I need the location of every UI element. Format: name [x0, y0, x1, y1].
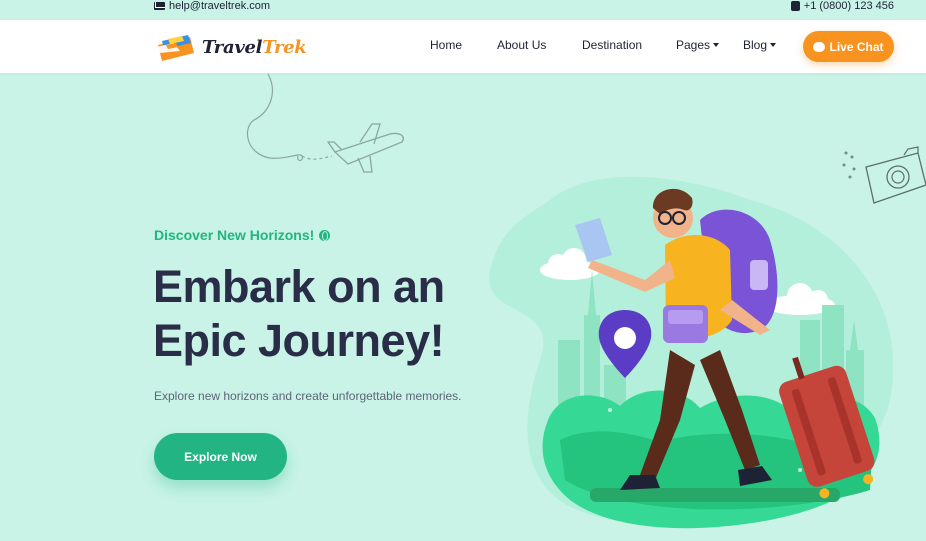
phone-icon — [790, 1, 800, 11]
plane-logo-icon — [156, 35, 194, 61]
nav-label: Blog — [743, 38, 768, 52]
nav-label: Pages — [676, 38, 711, 52]
nav-item-pages[interactable]: Pages — [676, 38, 720, 52]
traveler-illustration — [489, 176, 894, 529]
nav-label: About Us — [497, 38, 547, 52]
top-bar: help@traveltrek.com +1 (0800) 123 456 — [0, 0, 926, 20]
globe-icon — [319, 229, 331, 241]
brand-name-part1: Travel — [202, 36, 263, 58]
hero-title-line1: Embark on an — [153, 261, 445, 312]
live-chat-button[interactable]: Live Chat — [803, 31, 894, 62]
email-text[interactable]: help@traveltrek.com — [169, 0, 270, 12]
hero-tagline: Discover New Horizons! — [154, 227, 331, 243]
chevron-down-icon — [713, 43, 720, 47]
phone-text[interactable]: +1 (0800) 123 456 — [804, 0, 894, 12]
explore-now-button[interactable]: Explore Now — [154, 433, 287, 480]
mail-icon — [154, 2, 165, 10]
hero-subtitle: Explore new horizons and create unforget… — [154, 389, 462, 403]
hero-title: Embark on an Epic Journey! — [153, 260, 445, 368]
nav-label: Destination — [582, 38, 643, 52]
nav-item-about-us[interactable]: About Us — [497, 38, 546, 52]
contact-email[interactable]: help@traveltrek.com — [154, 0, 270, 12]
live-chat-label: Live Chat — [829, 39, 884, 54]
contact-phone[interactable]: +1 (0800) 123 456 — [790, 0, 894, 12]
chat-icon — [813, 41, 826, 52]
brand-logo[interactable]: TravelTrek — [154, 31, 307, 63]
nav-item-destination[interactable]: Destination — [582, 38, 642, 52]
brand-name-part2: Trek — [262, 36, 307, 58]
airplane-doodle-icon — [246, 73, 404, 173]
nav-item-home[interactable]: Home — [430, 38, 462, 52]
hero-title-line2: Epic Journey! — [153, 315, 445, 366]
nav-item-blog[interactable]: Blog — [743, 38, 777, 52]
brand-name: TravelTrek — [202, 36, 307, 58]
explore-now-label: Explore Now — [184, 449, 257, 464]
chevron-down-icon — [770, 43, 777, 47]
main-navbar: TravelTrek Home About Us Destination Pag… — [0, 20, 926, 73]
nav-label: Home — [430, 38, 463, 52]
tagline-text: Discover New Horizons! — [154, 227, 315, 243]
